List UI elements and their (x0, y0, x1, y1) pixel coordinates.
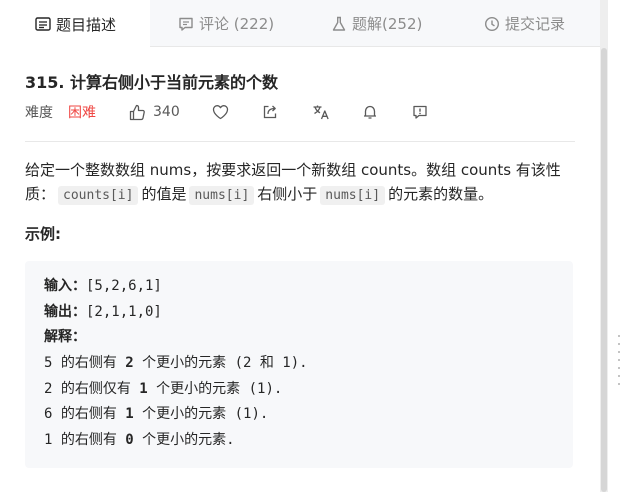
grip-dots-icon (618, 332, 620, 388)
tab-submissions[interactable]: 提交记录 (484, 0, 565, 47)
explain-line: 2 的右侧仅有 1 个更小的元素 (1). (44, 377, 554, 403)
clock-icon (484, 16, 500, 32)
comment-icon (178, 16, 194, 32)
translate-button[interactable] (312, 101, 330, 123)
tab-comments-label: 评论 (222) (199, 15, 275, 33)
tab-description[interactable]: 题目描述 (0, 0, 150, 48)
feedback-icon (412, 104, 428, 120)
explain-text: 个更小的元素 (1). (147, 380, 283, 397)
explain-number: 2 (125, 355, 134, 372)
panel-resize-handle[interactable] (608, 0, 628, 492)
example-heading: 示例: (25, 225, 61, 243)
explain-text: 2 的右侧仅有 (44, 380, 140, 397)
notification-button[interactable] (362, 101, 378, 123)
tab-submissions-label: 提交记录 (505, 15, 566, 33)
translate-icon (312, 104, 330, 120)
code-counts-i: counts[i] (58, 186, 139, 205)
explain-number: 0 (125, 432, 134, 449)
tab-description-label: 题目描述 (56, 15, 117, 34)
explain-line: 5 的右侧有 2 个更小的元素 (2 和 1). (44, 351, 554, 377)
description-text: 右侧小于 (257, 185, 318, 203)
problem-meta: 难度 困难 340 (25, 101, 585, 123)
explain-text: 个更小的元素 (1). (133, 406, 269, 423)
favorite-button[interactable] (212, 101, 229, 123)
scrollbar-thumb[interactable] (601, 48, 607, 492)
like-count: 340 (153, 104, 180, 120)
example-explain-label: 解释： (44, 325, 554, 351)
tab-comments[interactable]: 评论 (222) (178, 0, 274, 47)
explain-line: 1 的右侧有 0 个更小的元素. (44, 428, 554, 454)
output-value: [2,1,1,0] (86, 303, 162, 320)
example-input-line: 输入：[5,2,6,1] (44, 274, 554, 300)
explain-label: 解释： (44, 329, 86, 346)
description-icon (35, 17, 51, 31)
flask-icon (331, 16, 347, 32)
divider (25, 141, 575, 142)
description-text: 的元素的数量。 (388, 185, 494, 203)
tab-solutions-label: 题解(252) (352, 15, 423, 33)
code-nums-i: nums[i] (320, 186, 386, 205)
difficulty-label: 难度 (25, 105, 53, 121)
example-output-line: 输出：[2,1,1,0] (44, 300, 554, 326)
thumbs-up-icon (129, 104, 146, 121)
explain-text: 5 的右侧有 (44, 355, 126, 372)
code-nums-i: nums[i] (189, 186, 255, 205)
example-code-block: 输入：[5,2,6,1] 输出：[2,1,1,0] 解释： 5 的右侧有 2 个… (25, 261, 573, 468)
input-value: [5,2,6,1] (86, 278, 162, 294)
explain-text: 个更小的元素 (2 和 1). (133, 355, 308, 372)
like-button[interactable]: 340 (129, 101, 180, 123)
input-label: 输入： (44, 278, 86, 294)
feedback-button[interactable] (412, 101, 428, 123)
explain-text: 个更小的元素. (133, 432, 235, 449)
explain-number: 1 (125, 406, 134, 423)
bell-icon (362, 104, 378, 120)
description-text: 的值是 (141, 185, 187, 203)
difficulty-badge: 困难 (68, 105, 96, 121)
share-button[interactable] (262, 101, 278, 123)
explain-text: 6 的右侧有 (44, 406, 126, 423)
tab-solutions[interactable]: 题解(252) (331, 0, 422, 47)
problem-title: 315. 计算右侧小于当前元素的个数 (25, 73, 279, 92)
problem-description: 给定一个整数数组 nums，按要求返回一个新数组 counts。数组 count… (25, 158, 575, 208)
explain-line: 6 的右侧有 1 个更小的元素 (1). (44, 402, 554, 428)
share-icon (262, 104, 278, 120)
explain-text: 1 的右侧有 (44, 432, 126, 449)
output-label: 输出： (44, 303, 86, 320)
tab-bar: 题目描述 评论 (222) 题解(252) 提交记录 (0, 0, 600, 48)
explain-number: 1 (139, 380, 148, 397)
heart-icon (212, 104, 229, 120)
